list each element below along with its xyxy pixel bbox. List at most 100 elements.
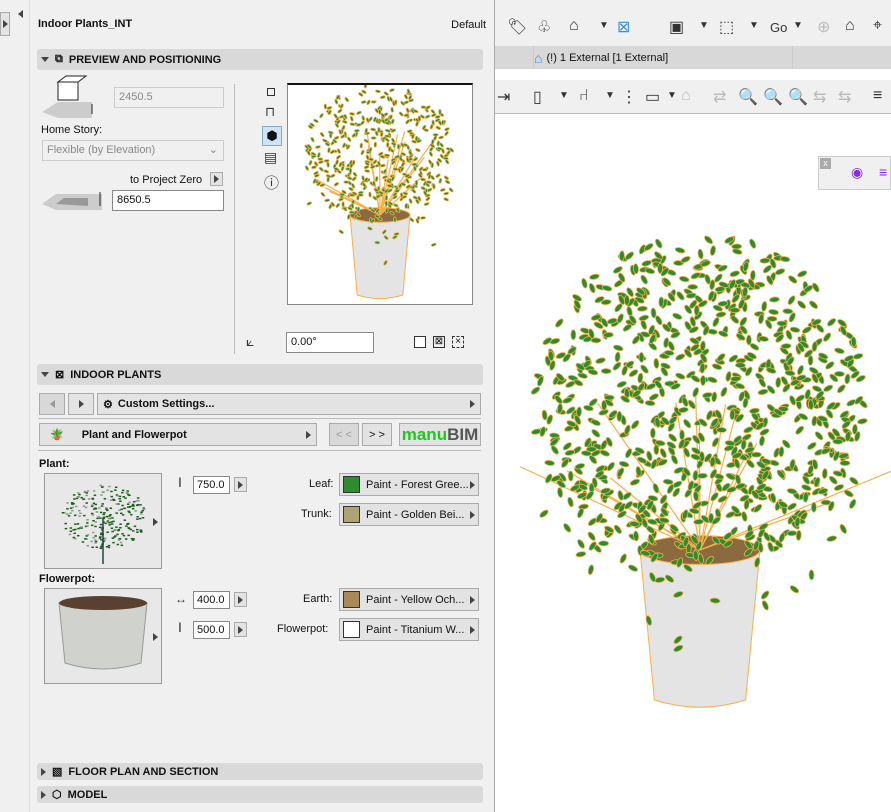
plant-preview-image — [304, 82, 454, 300]
mirror-x-button[interactable]: ⊠ — [433, 336, 445, 348]
plant-height-menu[interactable] — [234, 477, 247, 492]
close-icon[interactable]: x — [820, 158, 831, 169]
trunk-material-select[interactable]: Paint - Golden Bei... — [339, 503, 479, 526]
plant-type-thumbnail[interactable] — [44, 473, 162, 569]
reference-label: to Project Zero — [130, 174, 203, 186]
section-label: INDOOR PLANTS — [70, 368, 162, 381]
mirror-none-button[interactable] — [414, 336, 426, 348]
pot-height-field[interactable]: 500.0 — [193, 621, 230, 639]
pot-swatch — [343, 621, 360, 638]
plant-label: Plant: — [39, 458, 70, 470]
custom-settings-button[interactable]: ⚙ Custom Settings... — [97, 393, 481, 415]
section-indoor-plants[interactable]: ⊠ INDOOR PLANTS — [37, 364, 483, 385]
home-icon[interactable]: ⌂ — [845, 17, 855, 35]
collapse-icon[interactable] — [18, 10, 23, 18]
main-toolbar: 🏷 ♧ ⌂ ▼ ⊠ ▣ ▼ ⬚ ▼ Go ▼ ⊕ ⌂ ⌖ — [495, 0, 891, 46]
section-label: PREVIEW AND POSITIONING — [68, 53, 222, 66]
pot-width-menu[interactable] — [234, 592, 247, 607]
pot-height-menu[interactable] — [234, 622, 247, 637]
leaf-label: Leaf: — [309, 478, 334, 490]
info-icon[interactable]: ⓘ — [264, 172, 279, 193]
home-story-label: Home Story: — [41, 124, 103, 136]
export-icon[interactable]: ⇥ — [497, 87, 510, 107]
sliders-icon[interactable]: ≡ — [879, 164, 887, 180]
panel-title: Indoor Plants_INT — [38, 18, 133, 30]
reference-menu-button[interactable] — [210, 172, 223, 186]
elevation-icon — [42, 192, 102, 210]
secondary-toolbar: ⇥ ▯ ▼ ⑁ ▼ ⋮ ▭ ▼ ⌂ ⇄ 🔍 🔍 🔍 ⇆ ⇆ ≡ — [495, 80, 891, 114]
earth-material-select[interactable]: Paint - Yellow Och... — [339, 588, 479, 611]
next-button[interactable] — [68, 393, 94, 415]
object-icon[interactable]: ▯ — [533, 87, 542, 107]
angle-field[interactable]: 0.00° — [286, 332, 374, 353]
elevation-field[interactable]: 8650.5 — [112, 190, 224, 211]
tab-bar: ⌂ (!) 1 External [1 External] — [495, 46, 891, 69]
list-view-button[interactable]: ▤ — [264, 149, 277, 166]
preset-label: Default — [451, 19, 486, 31]
tab-story[interactable]: ⌂ (!) 1 External [1 External] — [533, 46, 793, 69]
pot-width-field[interactable]: 400.0 — [193, 591, 230, 609]
height-icon: I — [178, 619, 182, 635]
tag-icon[interactable]: 🏷 — [507, 17, 527, 37]
replace-next-icon[interactable]: ⇆ — [813, 87, 826, 107]
plant-height-field[interactable]: 750.0 — [193, 476, 230, 494]
find-prev-icon[interactable]: 🔍 — [763, 87, 783, 107]
go-button[interactable]: Go — [770, 20, 787, 35]
eye-icon[interactable]: ◉ — [851, 164, 863, 181]
elevate-icon[interactable]: ⌂ — [681, 87, 691, 105]
3d-view-button[interactable]: ⬢ — [262, 126, 282, 146]
manubim-logo[interactable]: manu BIM — [399, 423, 481, 446]
flowerpot-type-thumbnail[interactable] — [44, 588, 162, 684]
next-page-button[interactable]: > > — [362, 423, 392, 446]
previous-page-button[interactable]: < < — [329, 423, 359, 446]
earth-swatch — [343, 591, 360, 608]
section-label: MODEL — [67, 788, 108, 801]
target-icon[interactable]: ⊕ — [817, 17, 830, 37]
tree-icon[interactable]: ♧ — [537, 17, 551, 37]
height-icon: I — [178, 474, 182, 490]
left-strip — [0, 0, 30, 812]
elevation-view-icon[interactable]: ⌂ — [569, 17, 579, 35]
chevron-down-icon: ⌄ — [208, 144, 218, 156]
layout-icon[interactable]: ▣ — [669, 17, 684, 37]
align-icon[interactable]: ≡ — [873, 87, 882, 105]
plan-view-button[interactable] — [267, 88, 275, 96]
preview-window — [287, 82, 473, 305]
section-label: FLOOR PLAN AND SECTION — [68, 765, 219, 778]
replace-all-icon[interactable]: ⇆ — [838, 87, 851, 107]
find-all-icon[interactable]: 🔍 — [788, 87, 808, 107]
chair-list-icon[interactable]: ⋮ — [621, 87, 637, 107]
width-icon: ↔ — [175, 592, 187, 606]
replace-icon[interactable]: ⇄ — [713, 87, 726, 107]
3d-plant-model[interactable] — [495, 220, 891, 720]
pot-material-label: Flowerpot: — [277, 623, 329, 635]
leaf-material-select[interactable]: Paint - Forest Gree... — [339, 473, 479, 496]
3d-box-icon[interactable]: ⬚ — [719, 17, 734, 37]
floating-palette: x ◉ ≡ — [818, 156, 891, 190]
rotation-angle-icon: ⟀ — [246, 333, 255, 349]
section-model[interactable]: ⬡ MODEL — [37, 786, 483, 803]
home-story-select[interactable]: Flexible (by Elevation) ⌄ — [42, 140, 224, 161]
parameters-icon: ⊠ — [55, 369, 65, 381]
settings-panel: Indoor Plants_INT Default ⧉ PREVIEW AND P… — [18, 0, 495, 812]
chair-up-icon[interactable]: ⑁ — [579, 87, 589, 105]
floor-plan-icon: ▧ — [52, 766, 63, 778]
plant-pot-icon: 🪴 — [50, 429, 64, 441]
section-floor-plan[interactable]: ▧ FLOOR PLAN AND SECTION — [37, 763, 483, 780]
find-icon[interactable]: 🔍 — [738, 87, 758, 107]
section-preview[interactable]: ⧉ PREVIEW AND POSITIONING — [37, 49, 483, 70]
section-icon[interactable]: ⊠ — [617, 17, 630, 37]
trunk-swatch — [343, 506, 360, 523]
elevation-view-button[interactable]: ⊓ — [265, 104, 275, 120]
mirror-y-button[interactable]: × — [452, 336, 464, 348]
house-icon: ⌂ — [534, 49, 543, 66]
expand-button[interactable] — [0, 12, 10, 36]
height-field[interactable]: 2450.5 — [114, 87, 224, 108]
earth-label: Earth: — [303, 593, 333, 605]
camera-icon[interactable]: ⌖ — [873, 17, 882, 35]
previous-button[interactable] — [39, 393, 65, 415]
settings-icon: ⚙ — [103, 398, 113, 411]
pot-material-select[interactable]: Paint - Titanium W... — [339, 618, 479, 641]
page-select[interactable]: 🪴 Plant and Flowerpot — [39, 423, 317, 446]
save-icon[interactable]: ▭ — [645, 87, 660, 107]
